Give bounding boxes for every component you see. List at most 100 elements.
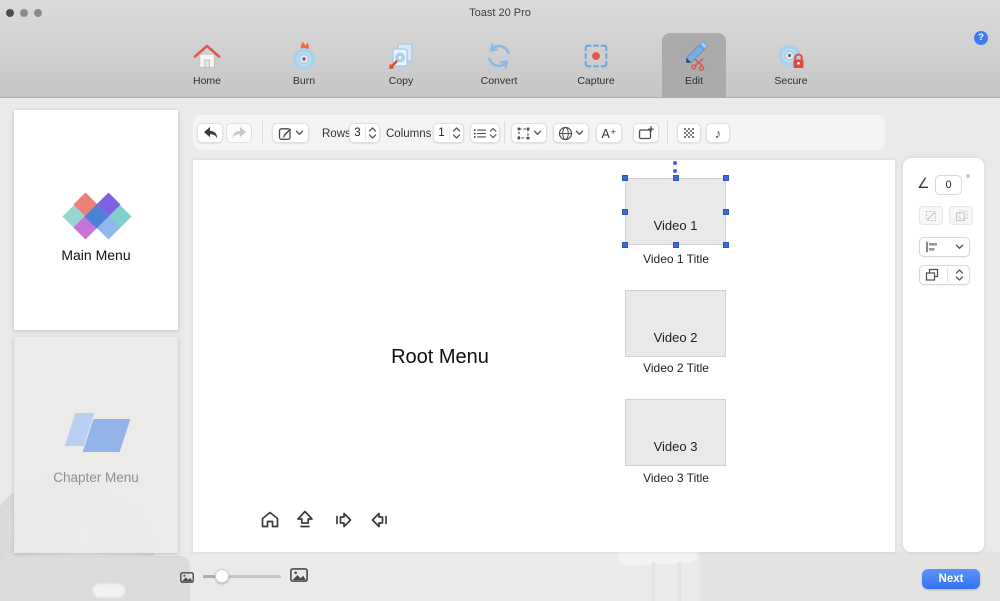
menu-audio-button[interactable]: ♪: [706, 123, 730, 143]
toolbar-item-label: Copy: [369, 75, 433, 87]
rotation-angle-input[interactable]: [935, 175, 962, 195]
toolbar-item-copy[interactable]: Copy: [369, 33, 433, 97]
zoom-out-image-icon: [180, 570, 194, 588]
window-title: Toast 20 Pro: [0, 7, 1000, 19]
globe-icon: [558, 126, 573, 141]
toolbar-item-secure[interactable]: Secure: [759, 33, 823, 97]
toaster-knob-artwork: [92, 583, 126, 598]
add-text-icon: A⁺: [602, 126, 617, 141]
background-pattern-button[interactable]: [677, 123, 701, 143]
redo-icon: [231, 126, 248, 140]
transform-dropdown[interactable]: [511, 123, 547, 143]
toolbar-item-label: Convert: [467, 75, 531, 87]
align-left-icon: [925, 241, 939, 253]
inspector-panel: ∠ °: [903, 158, 984, 552]
menu-nav-up-icon[interactable]: [293, 508, 317, 532]
help-button[interactable]: ?: [974, 31, 988, 45]
video-3-thumbnail[interactable]: Video 3: [625, 399, 726, 466]
rows-label: Rows: [322, 128, 351, 140]
edit-menu-dropdown[interactable]: [272, 123, 309, 143]
chevron-down-icon: [955, 244, 964, 250]
rows-value: 3: [352, 127, 363, 139]
list-style-stepper[interactable]: [470, 123, 500, 143]
menu-nav-home-icon[interactable]: [258, 508, 282, 532]
merge-frames-icon: [955, 210, 968, 222]
selection-handle-w[interactable]: [622, 209, 628, 215]
video-title-text[interactable]: Video 3 Title: [601, 471, 751, 485]
flip-frame-icon: [925, 210, 938, 222]
next-button[interactable]: Next: [922, 569, 980, 589]
stepper-icon: [489, 126, 497, 140]
convert-arrows-icon: [467, 33, 531, 75]
video-2-thumbnail[interactable]: Video 2: [625, 290, 726, 357]
transform-frame-icon: [516, 126, 531, 141]
selection-handle-sw[interactable]: [622, 242, 628, 248]
alignment-dropdown[interactable]: [919, 237, 970, 257]
toolbar-divider: [504, 121, 505, 144]
selection-handle-n[interactable]: [673, 175, 679, 181]
toolbar-item-burn[interactable]: Burn: [272, 33, 336, 97]
toolbar-item-label: Burn: [272, 75, 336, 87]
video-1-thumbnail[interactable]: Video 1: [625, 178, 726, 245]
degree-unit: °: [966, 174, 970, 185]
menu-nav-back-icon[interactable]: [367, 508, 391, 532]
menu-nav-next-icon[interactable]: [332, 508, 356, 532]
undo-button[interactable]: [197, 123, 223, 143]
add-frame-icon: [638, 126, 654, 140]
selection-handle-ne[interactable]: [723, 175, 729, 181]
capture-focus-icon: [564, 33, 628, 75]
lever-artwork: [678, 562, 681, 601]
menu-title-text[interactable]: Root Menu: [340, 346, 540, 369]
home-icon: [175, 33, 239, 75]
menu-editor-canvas[interactable]: Root Menu Video 1 Video 1 Title Video 2 …: [193, 160, 895, 552]
selection-handle-nw[interactable]: [622, 175, 628, 181]
toolbar-divider: [262, 121, 263, 144]
video-label: Video 1: [626, 218, 725, 233]
stepper-icon: [452, 126, 461, 140]
merge-disabled-button[interactable]: [949, 206, 973, 225]
chevron-down-icon: [575, 130, 584, 136]
toolbar-item-home[interactable]: Home: [175, 33, 239, 97]
toolbar-item-capture[interactable]: Capture: [564, 33, 628, 97]
layers-icon: [925, 268, 940, 282]
chapter-menu-label: Chapter Menu: [14, 470, 178, 485]
draw-globe-dropdown[interactable]: [553, 123, 589, 143]
stepper-icon: [955, 268, 964, 282]
layer-order-stepper[interactable]: [919, 265, 970, 285]
app-window: Toast 20 Pro Home Burn Copy: [0, 0, 1000, 601]
rotation-handle[interactable]: [673, 161, 677, 165]
zoom-slider-knob[interactable]: [215, 569, 229, 583]
pattern-swatch-icon: [683, 127, 696, 140]
chevron-down-icon: [533, 130, 542, 136]
toolbar-item-label: Home: [175, 75, 239, 87]
video-title-text[interactable]: Video 2 Title: [601, 361, 751, 375]
toolbar-item-label: Capture: [564, 75, 628, 87]
add-text-button[interactable]: A⁺: [596, 123, 622, 143]
pencil-square-icon: [278, 126, 293, 141]
main-menu-label: Main Menu: [14, 247, 178, 263]
selection-handle-s[interactable]: [673, 242, 679, 248]
selection-handle-se[interactable]: [723, 242, 729, 248]
copy-disc-icon: [369, 33, 433, 75]
columns-stepper[interactable]: 1: [433, 123, 464, 143]
toolbar-item-label: Secure: [759, 75, 823, 87]
flip-disabled-button[interactable]: [919, 206, 943, 225]
music-note-icon: ♪: [715, 126, 722, 141]
bullet-list-icon: [473, 127, 487, 140]
toolbar-divider: [667, 121, 668, 144]
toolbar-item-label: Edit: [662, 75, 726, 87]
selection-handle-e[interactable]: [723, 209, 729, 215]
rows-stepper[interactable]: 3: [349, 123, 380, 143]
toolbar-item-edit[interactable]: Edit: [662, 33, 726, 97]
chapter-menu-thumbnail[interactable]: Chapter Menu: [14, 337, 178, 553]
rotation-handle[interactable]: [673, 169, 677, 173]
stepper-icon: [368, 126, 377, 140]
video-label: Video 2: [626, 330, 725, 345]
redo-button[interactable]: [226, 123, 252, 143]
add-video-frame-button[interactable]: [633, 123, 659, 143]
main-menu-thumbnail[interactable]: Main Menu: [14, 110, 178, 330]
undo-icon: [202, 126, 219, 140]
toolbar-item-convert[interactable]: Convert: [467, 33, 531, 97]
video-title-text[interactable]: Video 1 Title: [601, 252, 751, 266]
columns-value: 1: [436, 127, 447, 139]
